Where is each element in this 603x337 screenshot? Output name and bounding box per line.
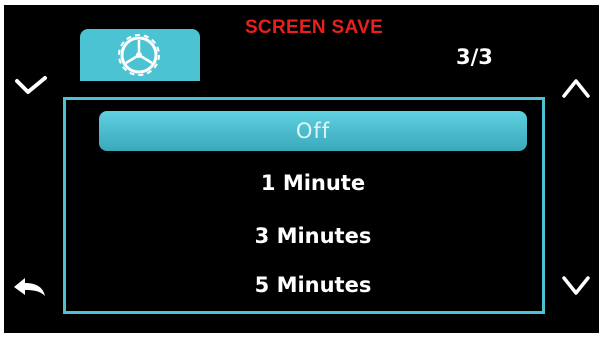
check-icon[interactable] [14, 75, 48, 97]
menu-item-off[interactable]: Off [99, 111, 527, 151]
menu-item-3-minutes[interactable]: 3 Minutes [99, 216, 527, 256]
back-arrow-icon[interactable] [12, 275, 48, 299]
device-screen: SCREEN SAVE 3/3 Off 1 Minute 3 Minutes 5… [4, 5, 599, 333]
settings-tab[interactable] [80, 29, 200, 81]
chevron-down-icon[interactable] [561, 275, 591, 297]
page-indicator: 3/3 [456, 45, 493, 69]
menu-item-1-minute[interactable]: 1 Minute [99, 163, 527, 203]
gear-icon [118, 34, 160, 76]
chevron-up-icon[interactable] [561, 77, 591, 99]
screen-title: SCREEN SAVE [244, 17, 384, 38]
options-panel: Off 1 Minute 3 Minutes 5 Minutes [63, 97, 545, 314]
device-frame: SCREEN SAVE 3/3 Off 1 Minute 3 Minutes 5… [0, 0, 603, 337]
menu-item-5-minutes[interactable]: 5 Minutes [99, 265, 527, 305]
